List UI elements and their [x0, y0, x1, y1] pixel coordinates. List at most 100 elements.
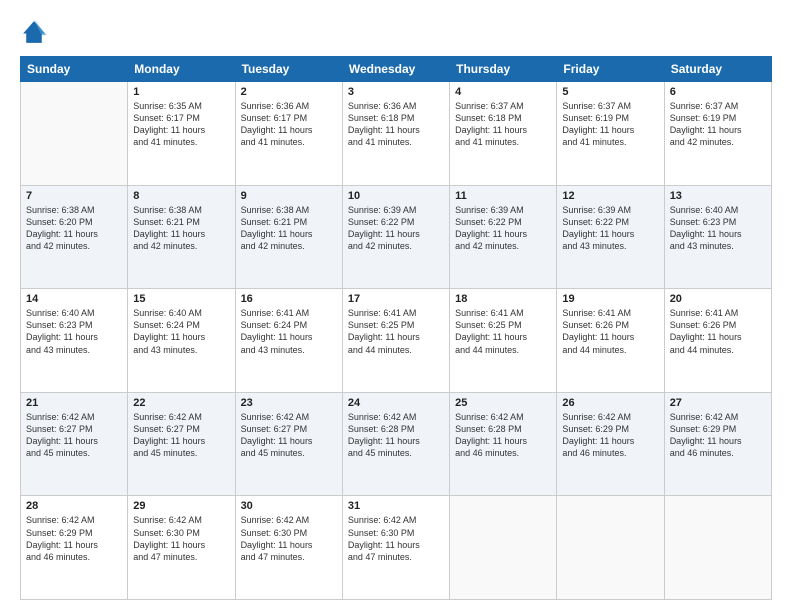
calendar-row: 14 Sunrise: 6:40 AM Sunset: 6:23 PM Dayli…	[21, 289, 772, 393]
day-info: Sunrise: 6:40 AM Sunset: 6:23 PM Dayligh…	[670, 204, 766, 253]
day-number: 13	[670, 190, 766, 202]
day-info: Sunrise: 6:36 AM Sunset: 6:18 PM Dayligh…	[348, 100, 444, 149]
day-number: 30	[241, 500, 337, 512]
calendar-row: 28Sunrise: 6:42 AM Sunset: 6:29 PM Dayli…	[21, 496, 772, 600]
calendar-cell: 16 Sunrise: 6:41 AM Sunset: 6:24 PM Dayli…	[235, 289, 342, 393]
calendar-cell: 15Sunrise: 6:40 AM Sunset: 6:24 PM Dayli…	[128, 289, 235, 393]
day-number: 4	[455, 86, 551, 98]
day-number: 22	[133, 397, 229, 409]
calendar-cell	[557, 496, 664, 600]
day-info: Sunrise: 6:42 AM Sunset: 6:28 PM Dayligh…	[455, 411, 551, 460]
calendar-cell: 30 Sunrise: 6:42 AM Sunset: 6:30 PM Dayli…	[235, 496, 342, 600]
calendar-cell: 24 Sunrise: 6:42 AM Sunset: 6:28 PM Dayli…	[342, 392, 449, 496]
day-info: Sunrise: 6:42 AM Sunset: 6:27 PM Dayligh…	[26, 411, 122, 460]
logo	[20, 18, 52, 46]
day-header-wednesday: Wednesday	[342, 57, 449, 82]
day-number: 5	[562, 86, 658, 98]
day-info: Sunrise: 6:42 AM Sunset: 6:27 PM Dayligh…	[133, 411, 229, 460]
day-info: Sunrise: 6:35 AM Sunset: 6:17 PM Dayligh…	[133, 100, 229, 149]
day-info: Sunrise: 6:42 AM Sunset: 6:27 PM Dayligh…	[241, 411, 337, 460]
calendar-cell: 19Sunrise: 6:41 AM Sunset: 6:26 PM Dayli…	[557, 289, 664, 393]
calendar-cell: 4Sunrise: 6:37 AM Sunset: 6:18 PM Daylig…	[450, 82, 557, 186]
day-number: 12	[562, 190, 658, 202]
day-number: 25	[455, 397, 551, 409]
calendar-cell: 27 Sunrise: 6:42 AM Sunset: 6:29 PM Dayli…	[664, 392, 771, 496]
day-header-row: SundayMondayTuesdayWednesdayThursdayFrid…	[21, 57, 772, 82]
calendar-cell: 25 Sunrise: 6:42 AM Sunset: 6:28 PM Dayli…	[450, 392, 557, 496]
day-number: 6	[670, 86, 766, 98]
calendar-cell: 18 Sunrise: 6:41 AM Sunset: 6:25 PM Dayli…	[450, 289, 557, 393]
day-number: 20	[670, 293, 766, 305]
day-number: 27	[670, 397, 766, 409]
calendar-row: 21 Sunrise: 6:42 AM Sunset: 6:27 PM Dayli…	[21, 392, 772, 496]
calendar-cell: 2 Sunrise: 6:36 AM Sunset: 6:17 PM Daylig…	[235, 82, 342, 186]
day-number: 16	[241, 293, 337, 305]
day-number: 18	[455, 293, 551, 305]
day-info: Sunrise: 6:39 AM Sunset: 6:22 PM Dayligh…	[455, 204, 551, 253]
day-info: Sunrise: 6:38 AM Sunset: 6:21 PM Dayligh…	[241, 204, 337, 253]
day-number: 9	[241, 190, 337, 202]
calendar-cell: 29Sunrise: 6:42 AM Sunset: 6:30 PM Dayli…	[128, 496, 235, 600]
calendar-cell: 12 Sunrise: 6:39 AM Sunset: 6:22 PM Dayli…	[557, 185, 664, 289]
calendar-cell: 20Sunrise: 6:41 AM Sunset: 6:26 PM Dayli…	[664, 289, 771, 393]
calendar-table: SundayMondayTuesdayWednesdayThursdayFrid…	[20, 56, 772, 600]
calendar-row: 7 Sunrise: 6:38 AM Sunset: 6:20 PM Daylig…	[21, 185, 772, 289]
day-number: 17	[348, 293, 444, 305]
day-number: 10	[348, 190, 444, 202]
day-number: 26	[562, 397, 658, 409]
day-number: 1	[133, 86, 229, 98]
calendar-cell: 10 Sunrise: 6:39 AM Sunset: 6:22 PM Dayli…	[342, 185, 449, 289]
day-number: 2	[241, 86, 337, 98]
logo-icon	[20, 18, 48, 46]
calendar-cell	[21, 82, 128, 186]
calendar-cell: 26 Sunrise: 6:42 AM Sunset: 6:29 PM Dayli…	[557, 392, 664, 496]
day-info: Sunrise: 6:42 AM Sunset: 6:30 PM Dayligh…	[348, 514, 444, 563]
day-number: 24	[348, 397, 444, 409]
day-number: 8	[133, 190, 229, 202]
calendar-cell: 1 Sunrise: 6:35 AM Sunset: 6:17 PM Daylig…	[128, 82, 235, 186]
header	[20, 18, 772, 46]
day-info: Sunrise: 6:38 AM Sunset: 6:21 PM Dayligh…	[133, 204, 229, 253]
day-info: Sunrise: 6:42 AM Sunset: 6:28 PM Dayligh…	[348, 411, 444, 460]
calendar-body: 1 Sunrise: 6:35 AM Sunset: 6:17 PM Daylig…	[21, 82, 772, 600]
day-info: Sunrise: 6:41 AM Sunset: 6:25 PM Dayligh…	[348, 307, 444, 356]
calendar-cell: 6 Sunrise: 6:37 AM Sunset: 6:19 PM Daylig…	[664, 82, 771, 186]
calendar-cell: 17 Sunrise: 6:41 AM Sunset: 6:25 PM Dayli…	[342, 289, 449, 393]
calendar-cell: 8 Sunrise: 6:38 AM Sunset: 6:21 PM Daylig…	[128, 185, 235, 289]
day-number: 21	[26, 397, 122, 409]
calendar-cell: 5 Sunrise: 6:37 AM Sunset: 6:19 PM Daylig…	[557, 82, 664, 186]
calendar-cell: 21 Sunrise: 6:42 AM Sunset: 6:27 PM Dayli…	[21, 392, 128, 496]
day-header-saturday: Saturday	[664, 57, 771, 82]
day-header-sunday: Sunday	[21, 57, 128, 82]
day-info: Sunrise: 6:42 AM Sunset: 6:30 PM Dayligh…	[133, 514, 229, 563]
day-number: 23	[241, 397, 337, 409]
calendar-cell: 28Sunrise: 6:42 AM Sunset: 6:29 PM Dayli…	[21, 496, 128, 600]
day-number: 31	[348, 500, 444, 512]
day-info: Sunrise: 6:38 AM Sunset: 6:20 PM Dayligh…	[26, 204, 122, 253]
day-number: 14	[26, 293, 122, 305]
day-header-thursday: Thursday	[450, 57, 557, 82]
calendar-cell: 13 Sunrise: 6:40 AM Sunset: 6:23 PM Dayli…	[664, 185, 771, 289]
day-info: Sunrise: 6:42 AM Sunset: 6:29 PM Dayligh…	[562, 411, 658, 460]
day-info: Sunrise: 6:39 AM Sunset: 6:22 PM Dayligh…	[562, 204, 658, 253]
day-info: Sunrise: 6:39 AM Sunset: 6:22 PM Dayligh…	[348, 204, 444, 253]
day-info: Sunrise: 6:42 AM Sunset: 6:29 PM Dayligh…	[670, 411, 766, 460]
day-number: 11	[455, 190, 551, 202]
day-header-tuesday: Tuesday	[235, 57, 342, 82]
day-info: Sunrise: 6:36 AM Sunset: 6:17 PM Dayligh…	[241, 100, 337, 149]
page: SundayMondayTuesdayWednesdayThursdayFrid…	[0, 0, 792, 612]
day-number: 19	[562, 293, 658, 305]
day-number: 3	[348, 86, 444, 98]
day-info: Sunrise: 6:40 AM Sunset: 6:23 PM Dayligh…	[26, 307, 122, 356]
day-number: 7	[26, 190, 122, 202]
calendar-cell: 7 Sunrise: 6:38 AM Sunset: 6:20 PM Daylig…	[21, 185, 128, 289]
day-info: Sunrise: 6:41 AM Sunset: 6:25 PM Dayligh…	[455, 307, 551, 356]
calendar-cell: 31 Sunrise: 6:42 AM Sunset: 6:30 PM Dayli…	[342, 496, 449, 600]
day-info: Sunrise: 6:37 AM Sunset: 6:19 PM Dayligh…	[670, 100, 766, 149]
day-info: Sunrise: 6:42 AM Sunset: 6:30 PM Dayligh…	[241, 514, 337, 563]
calendar-cell: 14 Sunrise: 6:40 AM Sunset: 6:23 PM Dayli…	[21, 289, 128, 393]
day-info: Sunrise: 6:37 AM Sunset: 6:19 PM Dayligh…	[562, 100, 658, 149]
day-info: Sunrise: 6:41 AM Sunset: 6:24 PM Dayligh…	[241, 307, 337, 356]
calendar-cell: 11 Sunrise: 6:39 AM Sunset: 6:22 PM Dayli…	[450, 185, 557, 289]
calendar-cell	[664, 496, 771, 600]
